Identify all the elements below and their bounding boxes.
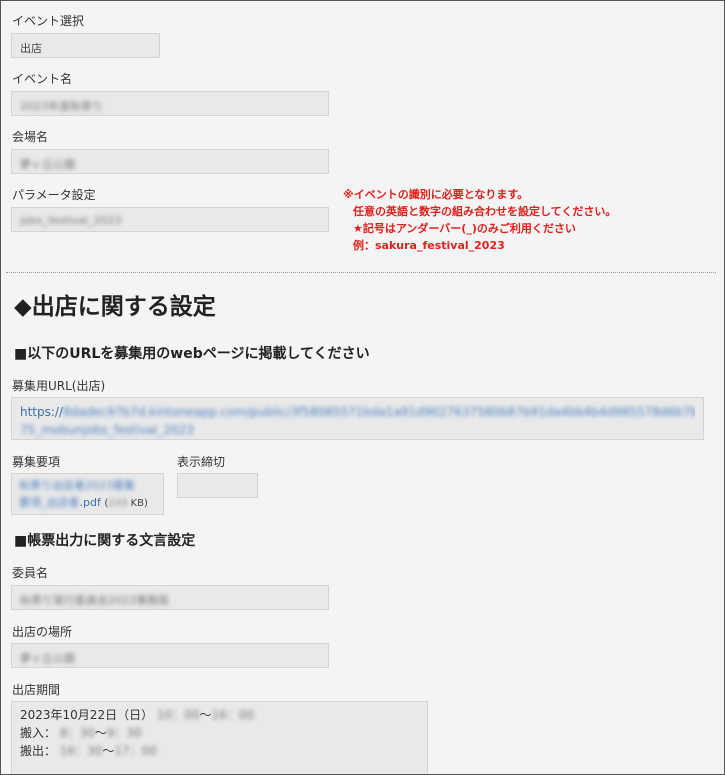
period-out-start: 16：30 xyxy=(59,744,103,758)
recruit-url-label: 募集用URL(出店) xyxy=(12,379,106,393)
period-out-label: 搬出： xyxy=(20,744,57,758)
display-deadline-field[interactable] xyxy=(177,473,258,498)
event-name-value: 2023年度秋祭り xyxy=(20,100,103,113)
param-label: パラメータ設定 xyxy=(12,188,96,202)
period-field[interactable]: 2023年10月22日（日） 10：00〜16：00 搬入： 8：30〜9：30… xyxy=(11,701,428,774)
event-select-value: 出店 xyxy=(20,42,42,55)
period-in-line: 搬入： 8：30〜9：30 xyxy=(20,724,419,742)
recruit-doc-link-2[interactable]: 要項_出店者 xyxy=(19,496,80,509)
doc-section-heading: ■帳票出力に関する文言設定 xyxy=(14,533,196,549)
file-size-value: 233 xyxy=(108,498,128,509)
section-title: ◆出店に関する設定 xyxy=(14,294,216,320)
recruit-url-link-continued[interactable]: 75_mobunjobs_festival_2023 xyxy=(20,423,194,437)
period-label: 出店期間 xyxy=(12,683,61,697)
committee-field[interactable]: 秋祭り実行委員会2023事務局 xyxy=(11,585,329,610)
event-name-field[interactable]: 2023年度秋祭り xyxy=(11,91,329,116)
period-out-end: 17：00 xyxy=(114,744,157,758)
period-date-line: 2023年10月22日（日） 10：00〜16：00 xyxy=(20,706,419,724)
recruit-url-link[interactable]: 8dadec97b7d.kintoneapp.com/public/3f5808… xyxy=(63,405,695,419)
recruit-doc-field: 秋祭り出店者2023募集 要項_出店者.pdf (233 KB) xyxy=(11,473,164,515)
param-field[interactable]: jobs_festival_2023 xyxy=(11,207,329,232)
section-divider xyxy=(6,272,716,273)
note-line-4: 例：sakura_festival_2023 xyxy=(353,239,505,252)
note-line-1: ※イベントの識別に必要となります。 xyxy=(343,188,529,201)
period-in-tilde: 〜 xyxy=(94,726,107,740)
period-tilde: 〜 xyxy=(199,708,212,722)
recruit-doc-ext[interactable]: .pdf xyxy=(80,496,101,509)
shop-place-field[interactable]: 夢ヶ丘公園 xyxy=(11,643,329,668)
committee-label: 委員名 xyxy=(12,566,49,580)
display-deadline-label: 表示締切 xyxy=(177,455,226,469)
committee-value: 秋祭り実行委員会2023事務局 xyxy=(20,594,169,607)
param-notes: ※イベントの識別に必要となります。 任意の英語と数字の組み合わせを設定してくださ… xyxy=(343,186,718,254)
file-size-unit: KB) xyxy=(130,498,148,509)
note-line-3: ★記号はアンダーバー(_)のみご利用ください xyxy=(353,222,576,235)
event-select-label: イベント選択 xyxy=(12,14,85,28)
period-in-start: 8：30 xyxy=(59,726,95,740)
venue-label: 会場名 xyxy=(12,130,49,144)
period-date: 2023年10月22日（日） xyxy=(20,708,154,722)
param-value: jobs_festival_2023 xyxy=(20,214,122,227)
period-start-time: 10：00 xyxy=(156,708,200,722)
venue-field[interactable]: 夢ヶ丘公園 xyxy=(11,149,329,174)
recruit-url-prefix[interactable]: https:// xyxy=(20,405,63,419)
event-name-label: イベント名 xyxy=(12,72,73,86)
period-in-label: 搬入： xyxy=(20,726,57,740)
period-out-tilde: 〜 xyxy=(102,744,115,758)
event-select-field[interactable]: 出店 xyxy=(11,33,160,58)
recruit-doc-link-1[interactable]: 秋祭り出店者2023募集 xyxy=(19,479,135,492)
note-line-2: 任意の英語と数字の組み合わせを設定してください。 xyxy=(353,205,617,218)
venue-value: 夢ヶ丘公園 xyxy=(20,158,75,171)
recruit-doc-label: 募集要項 xyxy=(12,455,61,469)
url-section-heading: ■以下のURLを募集用のwebページに掲載してください xyxy=(14,346,370,362)
shop-place-label: 出店の場所 xyxy=(12,625,73,639)
recruit-url-field[interactable]: https://8dadec97b7d.kintoneapp.com/publi… xyxy=(11,397,704,440)
period-in-end: 9：30 xyxy=(106,726,142,740)
shop-place-value: 夢ヶ丘公園 xyxy=(20,652,75,665)
event-settings-page: イベント選択 出店 イベント名 2023年度秋祭り 会場名 夢ヶ丘公園 パラメー… xyxy=(0,0,725,775)
period-out-line: 搬出： 16：30〜17：00 xyxy=(20,742,419,760)
period-end-time: 16：00 xyxy=(211,708,255,722)
